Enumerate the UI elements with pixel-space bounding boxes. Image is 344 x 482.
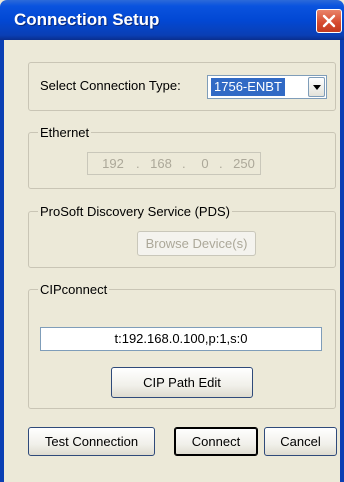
- connection-type-select[interactable]: 1756-ENBT: [207, 75, 327, 99]
- test-connection-button[interactable]: Test Connection: [28, 427, 155, 456]
- window-frame-right: [340, 40, 344, 482]
- ip-address-field: 192 . 168 . 0 . 250: [87, 152, 261, 175]
- ip-separator: .: [219, 156, 223, 171]
- window-frame-left: [0, 40, 4, 482]
- pds-legend: ProSoft Discovery Service (PDS): [38, 204, 232, 219]
- ip-octet-3: 0: [201, 156, 209, 171]
- connection-type-group: Select Connection Type: 1756-ENBT: [28, 62, 336, 111]
- connect-button[interactable]: Connect: [174, 427, 258, 456]
- chevron-down-icon: [313, 85, 321, 90]
- ip-octet-2: 168: [150, 156, 172, 171]
- browse-devices-button[interactable]: Browse Device(s): [137, 231, 256, 256]
- cip-path-field[interactable]: t:192.168.0.100,p:1,s:0: [40, 327, 322, 351]
- ip-octet-1: 192: [102, 156, 124, 171]
- ethernet-legend: Ethernet: [38, 125, 92, 140]
- cancel-button[interactable]: Cancel: [264, 427, 337, 456]
- cip-path-value: t:192.168.0.100,p:1,s:0: [114, 331, 248, 346]
- connection-type-label: Select Connection Type:: [40, 78, 181, 93]
- cip-path-edit-button[interactable]: CIP Path Edit: [111, 367, 253, 398]
- ip-separator: .: [136, 156, 140, 171]
- ip-octet-4: 250: [233, 156, 255, 171]
- title-bar: Connection Setup: [0, 0, 344, 40]
- window-title: Connection Setup: [14, 10, 160, 29]
- dropdown-arrow-button[interactable]: [308, 77, 325, 97]
- close-icon: [322, 14, 336, 28]
- connection-type-value: 1756-ENBT: [211, 78, 285, 96]
- close-button[interactable]: [316, 9, 342, 33]
- ip-separator: .: [182, 156, 186, 171]
- cipconnect-legend: CIPconnect: [38, 282, 110, 297]
